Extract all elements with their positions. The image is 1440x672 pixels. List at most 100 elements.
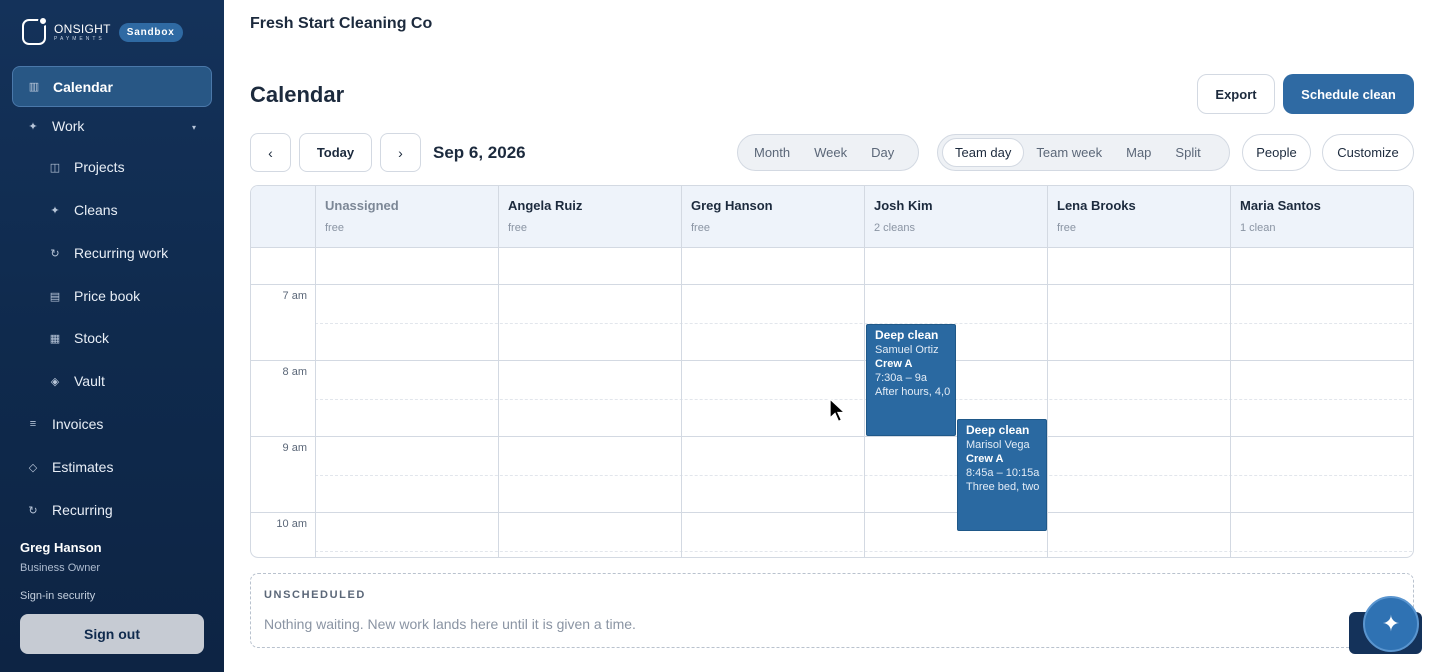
sidebar-item-cleans[interactable]: ✦ Cleans (48, 202, 118, 218)
user-name: Greg Hanson (20, 540, 102, 555)
sidebar-item-work[interactable]: ✦ Work (26, 118, 84, 134)
view-month[interactable]: Month (742, 138, 802, 167)
company-name: Fresh Start Cleaning Co (250, 15, 433, 32)
sidebar-item-label: Work (52, 118, 85, 134)
event-crew: Crew A (966, 453, 1004, 465)
chevron-down-icon[interactable]: ▾ (192, 123, 196, 132)
event-note: After hours, 4,0 (875, 386, 951, 398)
sidebar-item-label: Invoices (52, 416, 104, 432)
event-note: Three bed, two (966, 481, 1040, 493)
event-time: 7:30a – 9a (875, 372, 927, 384)
diamond-icon: ◈ (50, 375, 60, 388)
mode-map[interactable]: Map (1114, 138, 1163, 167)
sidebar-item-estimates[interactable]: ◇ Estimates (26, 459, 114, 475)
assistant-fab[interactable]: ✦ (1363, 596, 1419, 652)
grid-line (251, 436, 1413, 437)
brand[interactable]: ONSIGHT PAYMENTS Sandbox (22, 16, 183, 46)
column-name: Greg Hanson (691, 198, 773, 213)
event-time: 8:45a – 10:15a (966, 467, 1040, 479)
time-label: 7 am (282, 290, 307, 302)
column-header-angela-ruiz: Angela Ruiz free (498, 186, 681, 247)
sidebar-item-label: Estimates (52, 459, 114, 475)
mouse-pointer-icon (829, 398, 847, 423)
calendar-event[interactable]: Deep clean Samuel Ortiz Crew A 7:30a – 9… (866, 324, 956, 436)
sidebar-item-projects[interactable]: ◫ Projects (48, 159, 125, 175)
event-title: Deep clean (966, 423, 1030, 437)
onsight-logo-icon (22, 16, 48, 45)
brand-text: ONSIGHT PAYMENTS (54, 23, 111, 42)
column-divider (1047, 186, 1048, 557)
column-status: free (1057, 222, 1076, 234)
view-switcher: Month Week Day (737, 134, 919, 171)
event-client: Marisol Vega (966, 439, 1030, 451)
sign-out-button[interactable]: Sign out (20, 614, 204, 654)
time-label: 8 am (282, 366, 307, 378)
view-week[interactable]: Week (802, 138, 859, 167)
time-label: 10 am (276, 518, 307, 530)
sidebar: ONSIGHT PAYMENTS Sandbox ▥ Calendar ✦ Wo… (0, 0, 224, 672)
grid-header: Unassigned free Angela Ruiz free Greg Ha… (251, 186, 1413, 247)
people-button[interactable]: People (1242, 134, 1311, 171)
column-status: free (508, 222, 527, 234)
grid-line (251, 247, 1413, 248)
mode-team-day[interactable]: Team day (942, 138, 1025, 167)
box-icon: ▦ (49, 332, 61, 345)
sidebar-item-invoices[interactable]: ≡ Invoices (26, 416, 104, 432)
schedule-clean-button[interactable]: Schedule clean (1283, 74, 1414, 114)
column-header-maria-santos: Maria Santos 1 clean (1230, 186, 1413, 247)
mode-split[interactable]: Split (1163, 138, 1212, 167)
column-name: Lena Brooks (1057, 198, 1136, 213)
sidebar-item-label: Vault (74, 373, 105, 389)
sidebar-item-stock[interactable]: ▦ Stock (48, 330, 109, 346)
column-header-unassigned: Unassigned free (315, 186, 498, 247)
column-name: Unassigned (325, 198, 399, 213)
export-button[interactable]: Export (1197, 74, 1275, 114)
sidebar-item-recurring[interactable]: ↻ Recurring (26, 502, 113, 518)
unscheduled-tray[interactable]: UNSCHEDULED Nothing waiting. New work la… (250, 573, 1414, 648)
sign-in-security-link[interactable]: Sign-in security (20, 590, 95, 602)
grid-icon: ▥ (28, 81, 40, 93)
sidebar-item-vault[interactable]: ◈ Vault (48, 373, 105, 389)
event-title: Deep clean (875, 328, 939, 342)
customize-button[interactable]: Customize (1322, 134, 1414, 171)
sidebar-item-calendar[interactable]: ▥ Calendar (12, 66, 212, 107)
current-date: Sep 6, 2026 (433, 143, 526, 162)
sidebar-item-price-book[interactable]: ▤ Price book (48, 288, 140, 304)
previous-day-button[interactable]: ‹ (250, 133, 291, 172)
column-divider (498, 186, 499, 557)
mode-switcher: Team day Team week Map Split (937, 134, 1230, 171)
event-crew: Crew A (875, 358, 913, 370)
sidebar-item-label: Price book (74, 288, 141, 304)
sidebar-item-recurring-work[interactable]: ↻ Recurring work (48, 245, 168, 261)
user-role: Business Owner (20, 562, 101, 574)
sidebar-item-label: Recurring work (74, 245, 169, 261)
brand-name: ONSIGHT (54, 21, 111, 36)
time-label: 9 am (282, 442, 307, 454)
brand-sub: PAYMENTS (54, 35, 105, 42)
refresh-icon: ↻ (50, 247, 60, 260)
mode-team-week[interactable]: Team week (1024, 138, 1114, 167)
sidebar-item-label: Calendar (53, 78, 113, 95)
page-title: Calendar (250, 82, 345, 107)
today-button[interactable]: Today (299, 133, 372, 172)
sparkle-icon: ✦ (28, 120, 38, 133)
sidebar-item-label: Recurring (52, 502, 113, 518)
sidebar-item-label: Cleans (74, 202, 118, 218)
book-icon: ▤ (49, 290, 61, 303)
unscheduled-title: UNSCHEDULED (264, 589, 366, 601)
grid-line (251, 284, 1413, 285)
unscheduled-message: Nothing waiting. New work lands here unt… (264, 616, 636, 632)
grid-line (251, 512, 1413, 513)
sandbox-badge: Sandbox (118, 22, 183, 42)
column-name: Josh Kim (874, 198, 933, 213)
view-day[interactable]: Day (859, 138, 906, 167)
column-divider (1230, 186, 1231, 557)
column-status: free (691, 222, 710, 234)
column-header-lena-brooks: Lena Brooks free (1047, 186, 1230, 247)
column-name: Maria Santos (1240, 198, 1321, 213)
column-status: 2 cleans (874, 222, 915, 234)
column-divider (315, 186, 316, 557)
next-day-button[interactable]: › (380, 133, 421, 172)
calendar-event[interactable]: Deep clean Marisol Vega Crew A 8:45a – 1… (957, 419, 1047, 531)
column-header-greg-hanson: Greg Hanson free (681, 186, 864, 247)
